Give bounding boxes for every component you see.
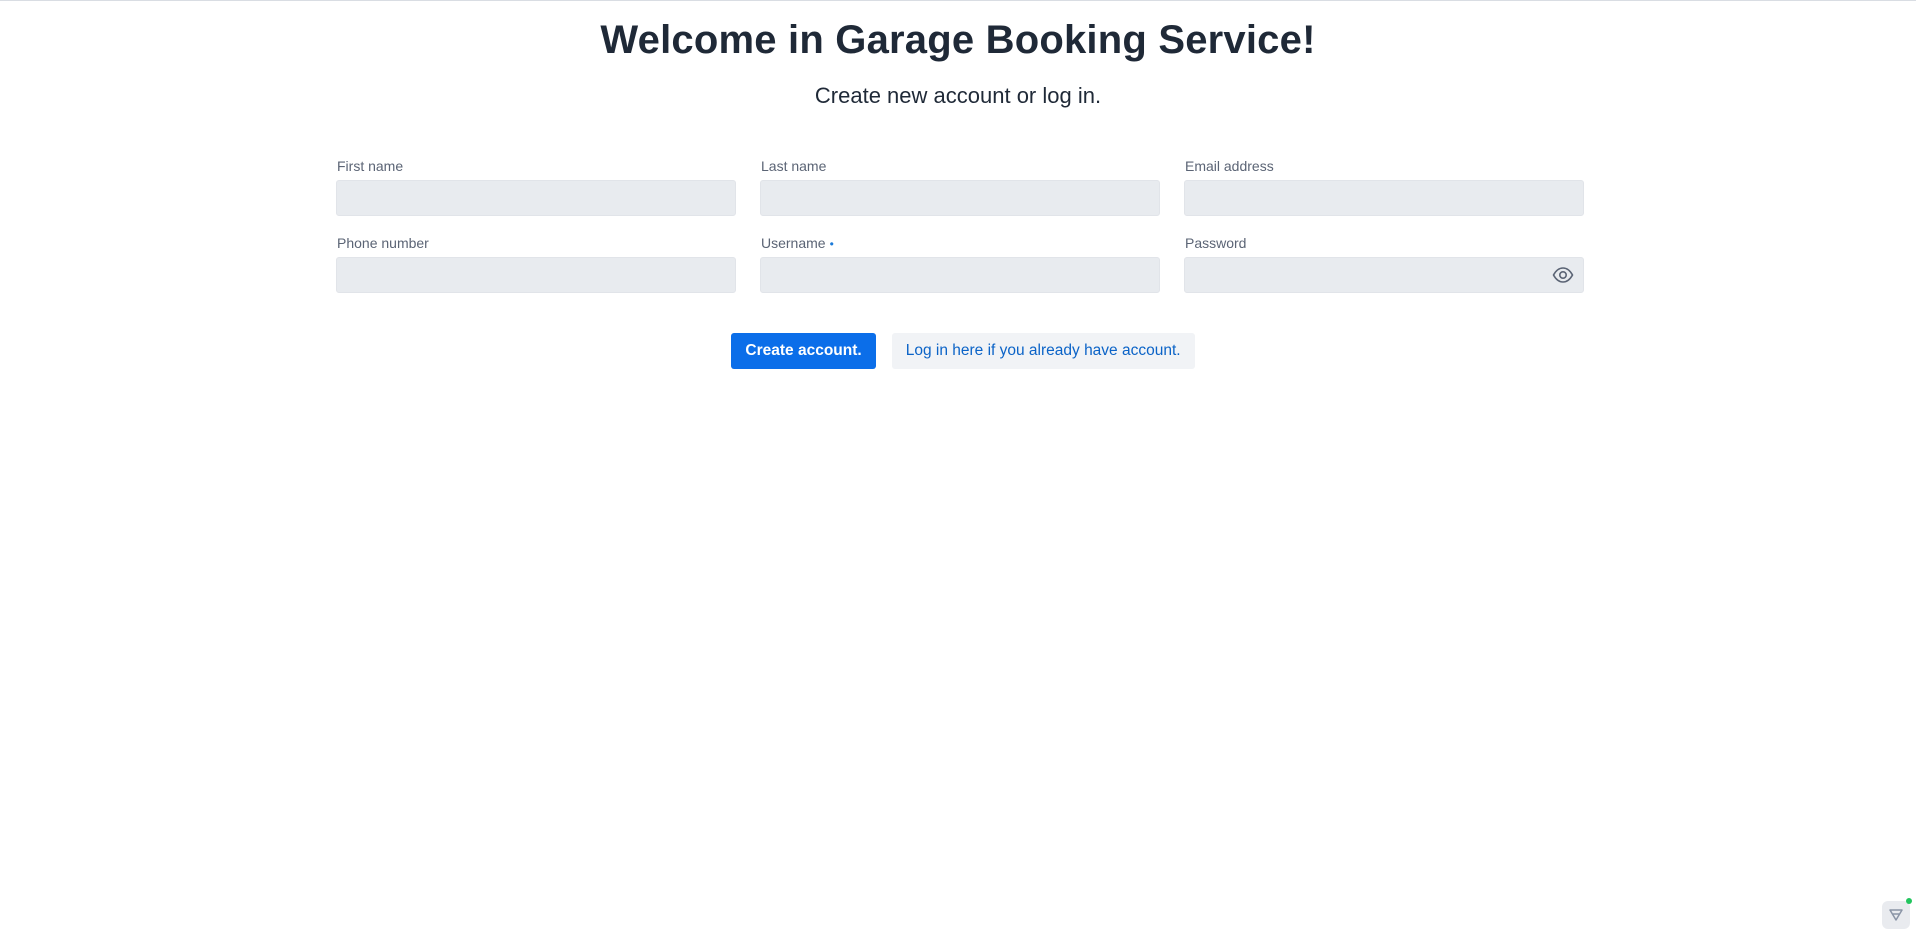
form-actions: Create account. Log in here if you alrea… bbox=[0, 333, 1916, 369]
email-field: Email address bbox=[1184, 156, 1584, 216]
username-label-row: Username • bbox=[760, 233, 1160, 253]
phone-label: Phone number bbox=[337, 235, 429, 251]
first-name-input[interactable] bbox=[336, 180, 736, 216]
username-field: Username • bbox=[760, 233, 1160, 293]
password-field: Password bbox=[1184, 233, 1584, 293]
feedback-widget[interactable] bbox=[1882, 898, 1912, 929]
last-name-input[interactable] bbox=[760, 180, 1160, 216]
create-account-button[interactable]: Create account. bbox=[731, 333, 876, 369]
phone-input[interactable] bbox=[336, 257, 736, 293]
last-name-label: Last name bbox=[761, 158, 827, 174]
page: Welcome in Garage Booking Service! Creat… bbox=[0, 0, 1916, 934]
username-wrap bbox=[760, 257, 1160, 293]
password-input[interactable] bbox=[1184, 257, 1584, 293]
username-label: Username bbox=[761, 235, 826, 251]
page-title: Welcome in Garage Booking Service! bbox=[600, 18, 1316, 62]
signup-form: First name Last name Email address Phone… bbox=[336, 156, 1584, 293]
top-divider bbox=[0, 0, 1916, 1]
password-wrap bbox=[1184, 257, 1584, 293]
feedback-icon bbox=[1889, 909, 1903, 921]
phone-wrap bbox=[336, 257, 736, 293]
status-dot bbox=[1906, 898, 1912, 904]
required-marker: • bbox=[829, 237, 834, 251]
email-input[interactable] bbox=[1184, 180, 1584, 216]
login-link-button[interactable]: Log in here if you already have account. bbox=[891, 333, 1195, 369]
first-name-wrap bbox=[336, 180, 736, 216]
password-label: Password bbox=[1185, 235, 1247, 251]
eye-icon[interactable] bbox=[1552, 266, 1574, 284]
first-name-label: First name bbox=[337, 158, 404, 174]
email-label: Email address bbox=[1185, 158, 1274, 174]
last-name-field: Last name bbox=[760, 156, 1160, 216]
username-input[interactable] bbox=[760, 257, 1160, 293]
email-wrap bbox=[1184, 180, 1584, 216]
page-subtitle: Create new account or log in. bbox=[814, 83, 1102, 108]
last-name-wrap bbox=[760, 180, 1160, 216]
first-name-field: First name bbox=[336, 156, 736, 216]
phone-field: Phone number bbox=[336, 233, 736, 293]
